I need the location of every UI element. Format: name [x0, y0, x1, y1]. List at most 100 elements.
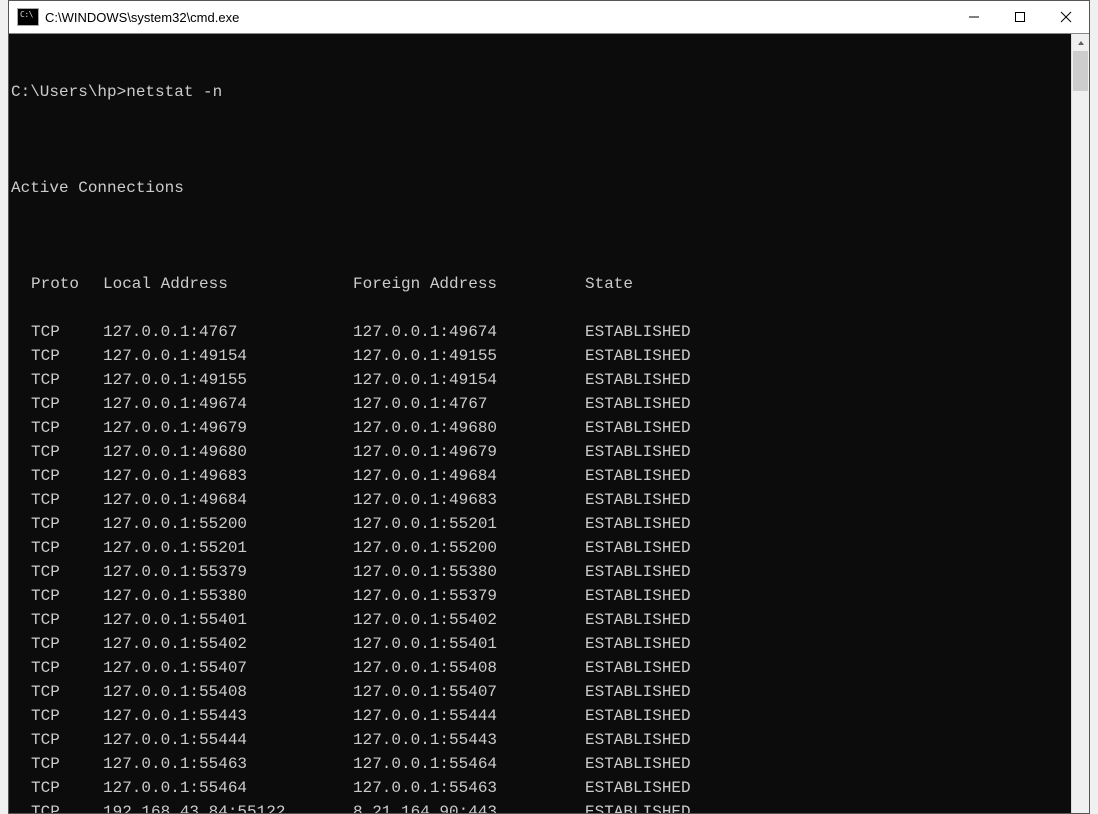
proto-cell: TCP [31, 392, 103, 416]
foreign-address-cell: 127.0.0.1:55464 [353, 752, 585, 776]
minimize-button[interactable] [951, 1, 997, 33]
col-local-header: Local Address [103, 272, 353, 296]
scroll-thumb[interactable] [1073, 51, 1088, 91]
col-foreign-header: Foreign Address [353, 272, 585, 296]
foreign-address-cell: 8.21.164.90:443 [353, 800, 585, 813]
state-cell: ESTABLISHED [585, 704, 691, 728]
proto-cell: TCP [31, 320, 103, 344]
window-title: C:\WINDOWS\system32\cmd.exe [45, 10, 951, 25]
connection-row: TCP127.0.0.1:55380127.0.0.1:55379ESTABLI… [9, 584, 1071, 608]
proto-cell: TCP [31, 440, 103, 464]
proto-cell: TCP [31, 488, 103, 512]
vertical-scrollbar[interactable] [1071, 34, 1089, 813]
local-address-cell: 127.0.0.1:55380 [103, 584, 353, 608]
foreign-address-cell: 127.0.0.1:49154 [353, 368, 585, 392]
connection-row: TCP127.0.0.1:55401127.0.0.1:55402ESTABLI… [9, 608, 1071, 632]
connection-row: TCP127.0.0.1:4767127.0.0.1:49674ESTABLIS… [9, 320, 1071, 344]
local-address-cell: 127.0.0.1:49155 [103, 368, 353, 392]
connection-row: TCP127.0.0.1:55200127.0.0.1:55201ESTABLI… [9, 512, 1071, 536]
maximize-button[interactable] [997, 1, 1043, 33]
local-address-cell: 127.0.0.1:55463 [103, 752, 353, 776]
close-button[interactable] [1043, 1, 1089, 33]
minimize-icon [968, 11, 980, 23]
proto-cell: TCP [31, 800, 103, 813]
state-cell: ESTABLISHED [585, 776, 691, 800]
state-cell: ESTABLISHED [585, 560, 691, 584]
blank-line [9, 224, 1071, 248]
local-address-cell: 127.0.0.1:55408 [103, 680, 353, 704]
connection-row: TCP127.0.0.1:49154127.0.0.1:49155ESTABLI… [9, 344, 1071, 368]
state-cell: ESTABLISHED [585, 752, 691, 776]
blank-line [9, 128, 1071, 152]
local-address-cell: 127.0.0.1:49683 [103, 464, 353, 488]
state-cell: ESTABLISHED [585, 656, 691, 680]
state-cell: ESTABLISHED [585, 440, 691, 464]
local-address-cell: 127.0.0.1:49684 [103, 488, 353, 512]
connection-row: TCP192.168.43.84:551228.21.164.90:443EST… [9, 800, 1071, 813]
local-address-cell: 127.0.0.1:55200 [103, 512, 353, 536]
connection-row: TCP127.0.0.1:49155127.0.0.1:49154ESTABLI… [9, 368, 1071, 392]
local-address-cell: 127.0.0.1:49154 [103, 344, 353, 368]
state-cell: ESTABLISHED [585, 584, 691, 608]
local-address-cell: 127.0.0.1:55401 [103, 608, 353, 632]
foreign-address-cell: 127.0.0.1:55402 [353, 608, 585, 632]
scroll-up-button[interactable] [1072, 34, 1089, 51]
foreign-address-cell: 127.0.0.1:49679 [353, 440, 585, 464]
proto-cell: TCP [31, 560, 103, 584]
foreign-address-cell: 127.0.0.1:49684 [353, 464, 585, 488]
proto-cell: TCP [31, 752, 103, 776]
local-address-cell: 127.0.0.1:55379 [103, 560, 353, 584]
proto-cell: TCP [31, 464, 103, 488]
local-address-cell: 127.0.0.1:55407 [103, 656, 353, 680]
local-address-cell: 127.0.0.1:49674 [103, 392, 353, 416]
connection-row: TCP127.0.0.1:49680127.0.0.1:49679ESTABLI… [9, 440, 1071, 464]
local-address-cell: 127.0.0.1:55443 [103, 704, 353, 728]
foreign-address-cell: 127.0.0.1:55408 [353, 656, 585, 680]
proto-cell: TCP [31, 584, 103, 608]
local-address-cell: 127.0.0.1:49680 [103, 440, 353, 464]
foreign-address-cell: 127.0.0.1:4767 [353, 392, 585, 416]
connection-row: TCP127.0.0.1:55408127.0.0.1:55407ESTABLI… [9, 680, 1071, 704]
local-address-cell: 192.168.43.84:55122 [103, 800, 353, 813]
connection-row: TCP127.0.0.1:49674127.0.0.1:4767ESTABLIS… [9, 392, 1071, 416]
heading-line: Active Connections [9, 176, 1071, 200]
state-cell: ESTABLISHED [585, 392, 691, 416]
console-output[interactable]: C:\Users\hp>netstat -n Active Connection… [9, 34, 1071, 813]
state-cell: ESTABLISHED [585, 680, 691, 704]
state-cell: ESTABLISHED [585, 464, 691, 488]
col-state-header: State [585, 272, 633, 296]
proto-cell: TCP [31, 512, 103, 536]
proto-cell: TCP [31, 632, 103, 656]
state-cell: ESTABLISHED [585, 488, 691, 512]
proto-cell: TCP [31, 680, 103, 704]
proto-cell: TCP [31, 344, 103, 368]
state-cell: ESTABLISHED [585, 632, 691, 656]
state-cell: ESTABLISHED [585, 512, 691, 536]
cmd-window: C:\WINDOWS\system32\cmd.exe C:\Users\hp>… [8, 0, 1090, 814]
state-cell: ESTABLISHED [585, 800, 691, 813]
proto-cell: TCP [31, 728, 103, 752]
prompt-command: netstat -n [126, 83, 222, 101]
foreign-address-cell: 127.0.0.1:49680 [353, 416, 585, 440]
foreign-address-cell: 127.0.0.1:55200 [353, 536, 585, 560]
scroll-track[interactable] [1072, 51, 1089, 813]
state-cell: ESTABLISHED [585, 728, 691, 752]
connection-row: TCP127.0.0.1:55443127.0.0.1:55444ESTABLI… [9, 704, 1071, 728]
window-buttons [951, 1, 1089, 33]
proto-cell: TCP [31, 536, 103, 560]
foreign-address-cell: 127.0.0.1:55201 [353, 512, 585, 536]
connection-row: TCP127.0.0.1:55463127.0.0.1:55464ESTABLI… [9, 752, 1071, 776]
chevron-up-icon [1077, 39, 1085, 47]
local-address-cell: 127.0.0.1:55402 [103, 632, 353, 656]
prompt-line: C:\Users\hp>netstat -n [9, 80, 1071, 104]
proto-cell: TCP [31, 416, 103, 440]
state-cell: ESTABLISHED [585, 536, 691, 560]
state-cell: ESTABLISHED [585, 320, 691, 344]
proto-cell: TCP [31, 704, 103, 728]
cmd-icon [17, 8, 39, 26]
state-cell: ESTABLISHED [585, 344, 691, 368]
foreign-address-cell: 127.0.0.1:55407 [353, 680, 585, 704]
local-address-cell: 127.0.0.1:55444 [103, 728, 353, 752]
prompt-path: C:\Users\hp> [11, 83, 126, 101]
connection-row: TCP127.0.0.1:55379127.0.0.1:55380ESTABLI… [9, 560, 1071, 584]
